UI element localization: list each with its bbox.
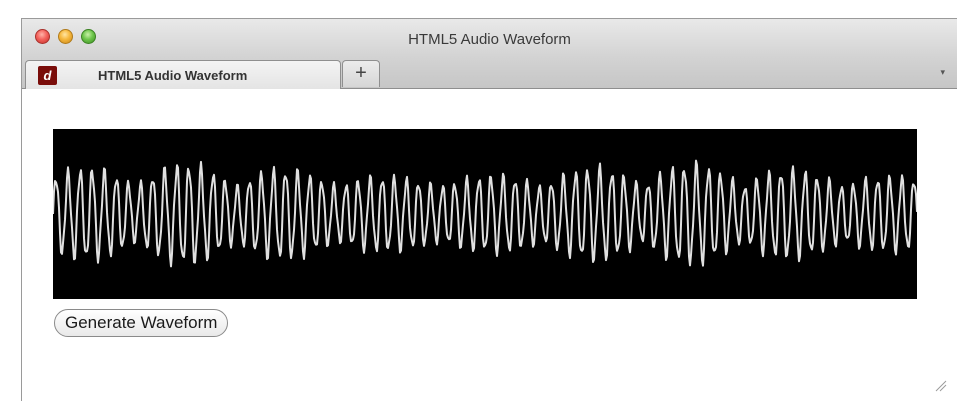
window-title: HTML5 Audio Waveform bbox=[408, 31, 571, 48]
title-bar: HTML5 Audio Waveform d HTML5 Audio Wavef… bbox=[22, 19, 957, 89]
new-tab-button[interactable]: + bbox=[342, 60, 380, 87]
favicon-icon: d bbox=[38, 66, 57, 85]
tab-label: HTML5 Audio Waveform bbox=[98, 68, 248, 83]
page-content: Generate Waveform bbox=[22, 89, 957, 401]
tab-html5-audio-waveform[interactable]: d HTML5 Audio Waveform bbox=[25, 60, 341, 89]
browser-window: HTML5 Audio Waveform d HTML5 Audio Wavef… bbox=[21, 18, 957, 401]
waveform-svg bbox=[53, 159, 917, 268]
waveform-canvas bbox=[53, 129, 917, 299]
chevron-down-icon[interactable]: ▾ bbox=[940, 67, 945, 78]
resize-grip-icon[interactable] bbox=[933, 378, 947, 392]
generate-waveform-button[interactable]: Generate Waveform bbox=[54, 309, 229, 337]
plus-icon: + bbox=[355, 62, 367, 84]
waveform-line bbox=[53, 159, 917, 268]
